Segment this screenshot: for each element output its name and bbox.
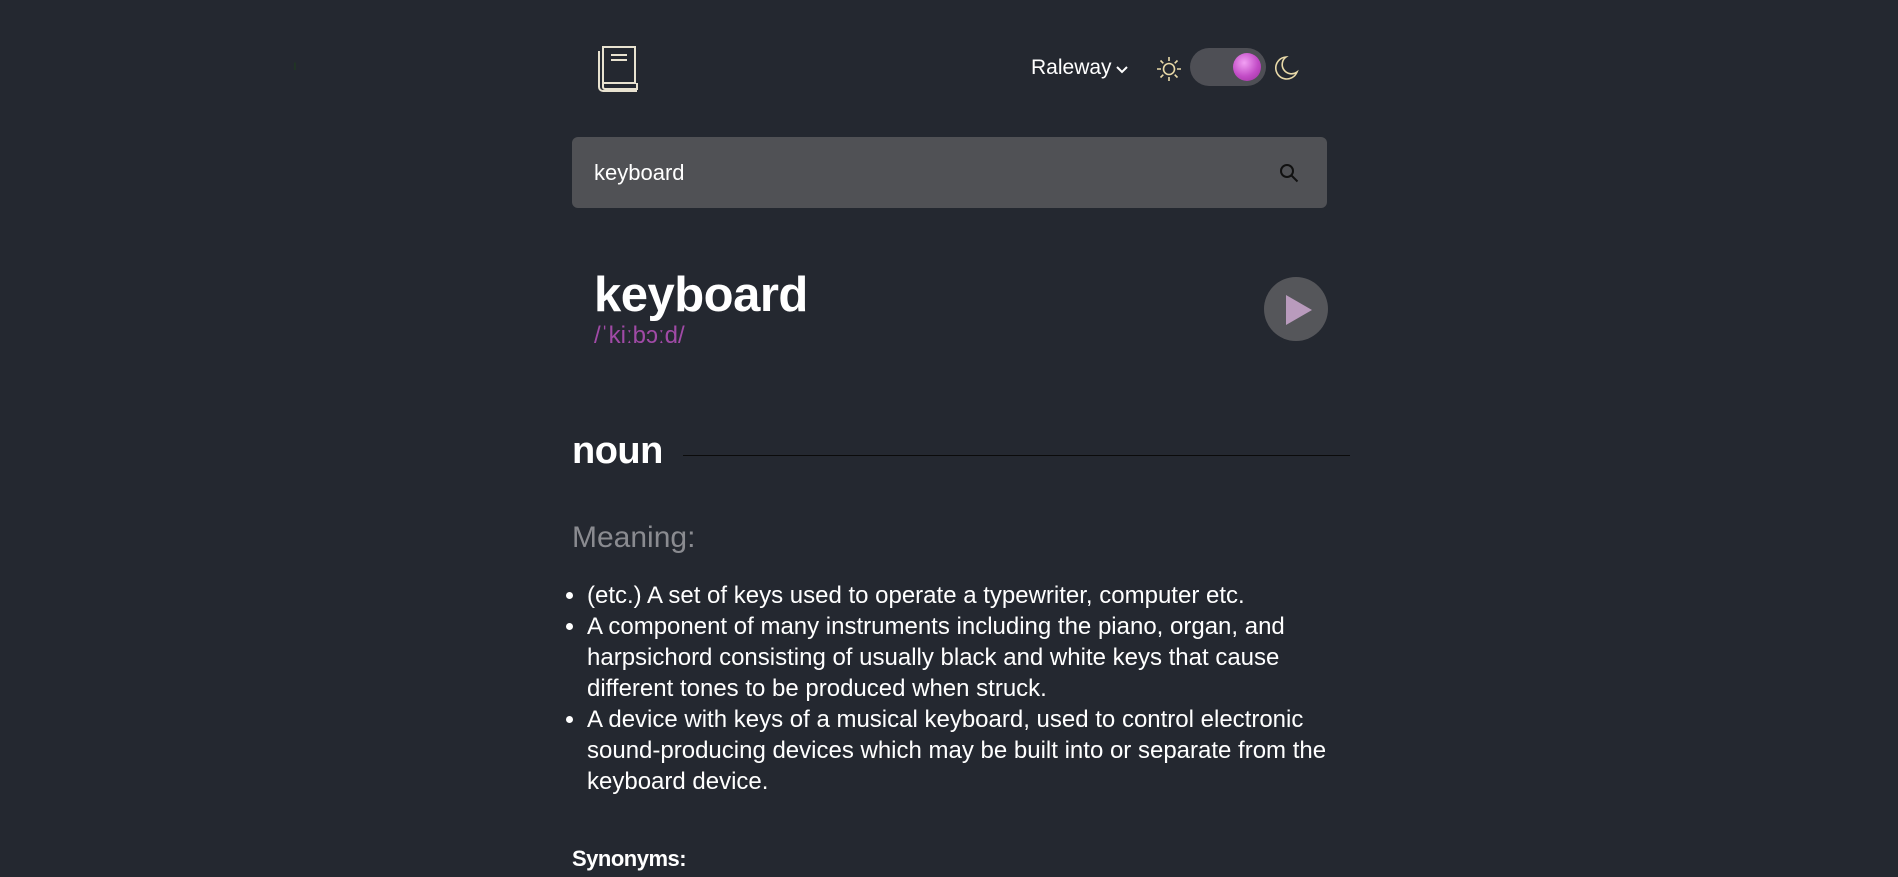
word-title: keyboard xyxy=(594,268,808,322)
divider xyxy=(682,455,1350,456)
play-button[interactable] xyxy=(1264,277,1328,341)
sun-icon xyxy=(1155,55,1183,83)
definition-item: A device with keys of a musical keyboard… xyxy=(587,704,1365,797)
phonetic: /ˈkiːbɔːd/ xyxy=(594,322,685,349)
search-bar xyxy=(572,137,1327,208)
definition-item: (etc.) A set of keys used to operate a t… xyxy=(587,580,1365,611)
font-selector-label: Raleway xyxy=(1031,56,1112,79)
synonyms-label: Synonyms: xyxy=(572,846,687,871)
theme-toggle[interactable] xyxy=(1190,48,1266,86)
definition-item: A component of many instruments includin… xyxy=(587,611,1365,704)
app-container: Raleway keyboard keyboard /ˈkiːbɔːd/ nou… xyxy=(572,0,1350,871)
definition-list: (etc.) A set of keys used to operate a t… xyxy=(572,580,1365,797)
meaning-heading: Meaning: xyxy=(572,521,696,554)
search-icon[interactable] xyxy=(1278,162,1300,184)
play-icon xyxy=(1286,295,1312,325)
part-of-speech-row: noun xyxy=(572,430,1350,473)
font-selector[interactable]: Raleway xyxy=(1031,56,1128,80)
word-block: keyboard /ˈkiːbɔːd/ xyxy=(594,268,1328,368)
toggle-knob xyxy=(1233,53,1261,81)
stray-mark: ı xyxy=(293,57,297,73)
part-of-speech: noun xyxy=(572,430,663,472)
header: Raleway xyxy=(572,0,1350,137)
search-input[interactable] xyxy=(594,159,1234,186)
moon-icon xyxy=(1272,54,1300,84)
chevron-down-icon xyxy=(1115,56,1128,80)
book-logo-icon xyxy=(597,43,643,93)
